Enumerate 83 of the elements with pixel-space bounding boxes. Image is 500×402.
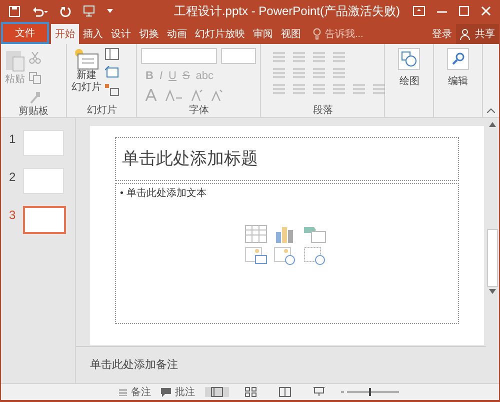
notes-icon (119, 388, 127, 396)
ribbon-tab[interactable]: 插入 (79, 24, 107, 44)
picture-insert-icon[interactable] (245, 247, 267, 265)
line-spacing-icon[interactable] (313, 52, 326, 62)
shapes-icon (398, 48, 420, 70)
group-label: 剪贴板 (18, 104, 50, 118)
ribbon-tab[interactable]: 审阅 (249, 24, 277, 44)
save-icon[interactable] (9, 6, 20, 16)
font-name-field[interactable] (141, 48, 217, 64)
clipboard-icon (5, 48, 25, 72)
scrollbar-thumb[interactable] (487, 229, 498, 287)
slide-number: 1 (9, 131, 17, 148)
align-text-icon[interactable] (333, 68, 346, 78)
scissors-icon[interactable] (29, 52, 41, 64)
center-icon[interactable] (293, 84, 306, 94)
sign-in-link[interactable]: 登录 (428, 24, 456, 44)
caret-icon[interactable] (107, 9, 113, 13)
title-placeholder[interactable]: 单击此处添加标题 (115, 137, 459, 181)
share-button[interactable]: 共享 (456, 24, 499, 44)
section-icon[interactable] (105, 84, 120, 96)
increase-indent-icon[interactable] (293, 68, 306, 78)
brush-icon[interactable] (29, 92, 41, 104)
group-label: 字体 (188, 104, 210, 117)
shrink-font-icon[interactable] (211, 88, 224, 100)
text-direction-icon[interactable] (333, 52, 346, 62)
grow-font-icon[interactable] (191, 88, 204, 100)
window-title: 工程设计.pptx - PowerPoint(产品激活失败) (173, 3, 401, 20)
scroll-up-icon[interactable] (489, 122, 496, 127)
table-icon[interactable] (245, 225, 267, 243)
maximize-icon[interactable] (459, 6, 469, 16)
presentation-icon[interactable] (83, 5, 95, 17)
reset-icon[interactable] (105, 66, 120, 78)
comments-button[interactable]: 批注 (161, 384, 195, 400)
columns-icon[interactable] (313, 68, 326, 78)
content-placeholder[interactable]: • 单击此处添加文本 (115, 183, 459, 324)
normal-view-icon[interactable] (211, 387, 223, 397)
copy-icon[interactable] (29, 72, 41, 84)
video-icon[interactable] (304, 247, 326, 265)
justify-icon[interactable] (333, 84, 346, 94)
search-icon (447, 48, 470, 70)
layout-icon[interactable] (105, 48, 120, 60)
ribbon-tab[interactable]: 开始 (51, 24, 79, 44)
ribbon-tab[interactable]: 动画 (163, 24, 191, 44)
close-icon[interactable] (481, 6, 491, 16)
ribbon-tab[interactable]: 切换 (135, 24, 163, 44)
collapse-ribbon-icon[interactable] (486, 108, 495, 113)
person-icon (460, 28, 471, 40)
slide-number: 3 (9, 207, 17, 224)
align-left-icon[interactable] (273, 84, 286, 94)
ribbon-tab[interactable]: 视图 (277, 24, 305, 44)
redo-icon[interactable] (60, 6, 71, 16)
numbering-icon[interactable] (293, 52, 306, 62)
distribute-icon[interactable] (353, 84, 366, 94)
body-placeholder-text: • 单击此处添加文本 (120, 186, 208, 201)
undo-icon[interactable] (32, 6, 48, 16)
decrease-indent-icon[interactable] (273, 68, 286, 78)
bullets-icon[interactable] (273, 52, 286, 62)
slideshow-icon[interactable] (313, 387, 325, 397)
reading-view-icon[interactable] (279, 387, 291, 397)
group-label: 幻灯片 (86, 104, 118, 117)
group-label: 段落 (312, 104, 334, 117)
align-right-icon[interactable] (313, 84, 326, 94)
editing-button[interactable]: 编辑 (447, 48, 470, 89)
slide-thumbnail[interactable] (23, 206, 66, 234)
online-picture-icon[interactable] (274, 247, 296, 265)
zoom-slider-icon[interactable] (341, 387, 401, 397)
font-color-icon[interactable] (145, 88, 158, 100)
new-slide-icon (73, 48, 100, 70)
slide-sorter-icon[interactable] (245, 387, 257, 397)
lightbulb-icon (313, 28, 321, 40)
change-case-icon[interactable] (165, 88, 184, 100)
ribbon-tab[interactable]: 设计 (107, 24, 135, 44)
comment-icon (161, 388, 171, 396)
new-slide-button[interactable]: 新建 幻灯片 (71, 48, 102, 94)
font-size-field[interactable] (220, 48, 256, 64)
drawing-button[interactable]: 绘图 (398, 48, 420, 89)
file-tab[interactable]: 文件 (1, 22, 49, 44)
tell-me-search[interactable]: 告诉我... (325, 26, 364, 42)
scroll-down-icon[interactable] (489, 289, 496, 294)
ribbon-tab[interactable]: 幻灯片放映 (191, 24, 249, 44)
notes-button[interactable]: 备注 (119, 384, 151, 400)
slide-number: 2 (9, 169, 17, 186)
ribbon-display-icon[interactable] (413, 6, 425, 16)
